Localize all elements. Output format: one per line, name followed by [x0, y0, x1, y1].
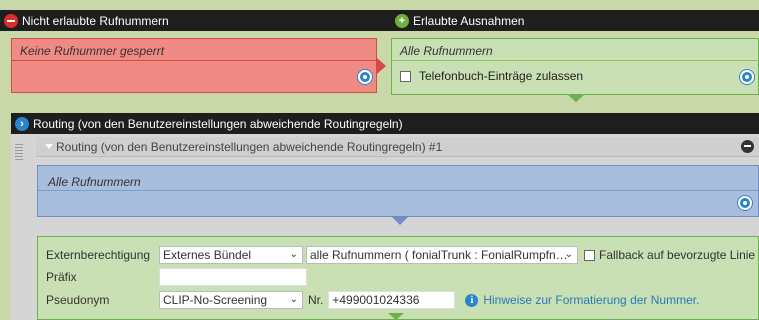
pseudonym-select-value: CLIP-No-Screening [163, 293, 268, 307]
arrow-right-icon [377, 58, 386, 74]
external-label: Externberechtigung [46, 248, 151, 262]
settings-gear-icon[interactable] [738, 196, 752, 210]
routing-header-bar[interactable]: › Routing (von den Benutzereinstellungen… [11, 113, 759, 134]
external-row: Externberechtigung Externes Bündel ⌄ all… [46, 246, 755, 264]
arrow-down-icon [568, 95, 584, 102]
collapse-triangle-icon[interactable] [45, 144, 53, 149]
settings-gear-icon[interactable] [358, 70, 372, 84]
format-hint-link[interactable]: Hinweise zur Formatierung der Nummer. [483, 293, 699, 307]
phonebook-checkbox-label: Telefonbuch-Einträge zulassen [419, 69, 584, 83]
number-input[interactable]: +499001024336 [328, 291, 456, 309]
info-icon: i [465, 293, 479, 307]
settings-gear-icon[interactable] [740, 70, 754, 84]
routing-title: Routing (von den Benutzereinstellungen a… [33, 116, 403, 131]
prefix-input[interactable] [159, 268, 307, 286]
allowed-numbers-text: Alle Rufnummern [392, 39, 758, 61]
prefix-label: Präfix [46, 270, 77, 284]
chevron-down-icon: ⌄ [289, 294, 298, 305]
arrow-circle-icon: › [15, 116, 29, 131]
blocked-numbers-panel[interactable]: Keine Rufnummer gesperrt [11, 38, 377, 93]
blocked-header: Nicht erlaubte Rufnummern [0, 10, 169, 31]
pseudonym-row: Pseudonym CLIP-No-Screening ⌄ Nr. +49900… [46, 291, 699, 309]
no-entry-icon [4, 13, 18, 28]
allowed-title: Erlaubte Ausnahmen [413, 13, 525, 28]
rule-scope-text: Alle Rufnummern [38, 166, 758, 191]
external-select[interactable]: Externes Bündel ⌄ [159, 246, 303, 264]
blocked-numbers-text: Keine Rufnummer gesperrt [12, 39, 376, 61]
chevron-down-icon: ⌄ [564, 249, 573, 260]
fallback-checkbox[interactable] [584, 249, 595, 261]
top-header-bar: Nicht erlaubte Rufnummern + Erlaubte Aus… [0, 10, 759, 31]
allowed-exceptions-panel[interactable]: Alle Rufnummern Telefonbuch-Einträge zul… [391, 38, 759, 95]
rule-settings-panel: Externberechtigung Externes Bündel ⌄ all… [37, 236, 759, 320]
fallback-label: Fallback auf bevorzugte Linie [599, 248, 756, 262]
trunk-select[interactable]: alle Rufnummern ( fonialTrunk : FonialRu… [306, 246, 578, 264]
trunk-select-value: alle Rufnummern ( fonialTrunk : FonialRu… [310, 248, 568, 262]
phonebook-option[interactable]: Telefonbuch-Einträge zulassen [400, 69, 583, 83]
arrow-down-icon [388, 313, 404, 320]
plus-icon: + [395, 13, 409, 28]
pseudonym-label: Pseudonym [46, 293, 110, 307]
nr-label: Nr. [308, 293, 324, 307]
routing-rule-title: Routing (von den Benutzereinstellungen a… [56, 139, 443, 154]
phonebook-checkbox[interactable] [400, 70, 411, 82]
prefix-row: Präfix [46, 268, 307, 286]
routing-rule-header[interactable]: Routing (von den Benutzereinstellungen a… [36, 137, 759, 157]
allowed-header: + Erlaubte Ausnahmen [391, 10, 524, 31]
external-select-value: Externes Bündel [163, 248, 252, 262]
rule-scope-panel[interactable]: Alle Rufnummern [37, 165, 759, 217]
blocked-title: Nicht erlaubte Rufnummern [22, 13, 169, 28]
arrow-down-icon [392, 217, 408, 225]
remove-rule-icon[interactable] [741, 140, 754, 153]
drag-handle[interactable] [11, 134, 27, 320]
chevron-down-icon: ⌄ [289, 249, 298, 260]
pseudonym-select[interactable]: CLIP-No-Screening ⌄ [159, 291, 303, 309]
